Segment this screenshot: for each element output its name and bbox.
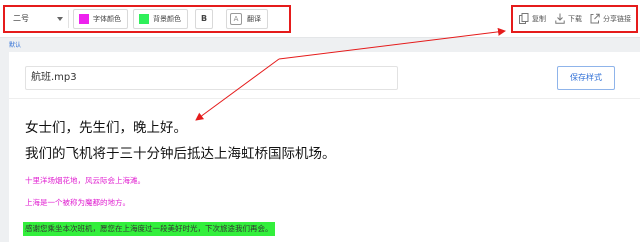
save-style-button[interactable]: 保存样式 xyxy=(557,66,615,90)
content-line-2[interactable]: 我们的飞机将于三十分钟后抵达上海虹桥国际机场。 xyxy=(25,145,336,163)
content-line-5[interactable]: 感谢您乘坐本次班机，愿您在上海度过一段美好时光，下次旅途我们再会。 xyxy=(23,222,275,236)
content-line-3[interactable]: 十里洋场烟花地，风云际会上海滩。 xyxy=(25,176,145,186)
default-style-tag[interactable]: 默认 xyxy=(9,42,21,50)
editor-divider xyxy=(9,98,640,99)
file-name-input[interactable]: 航班.mp3 xyxy=(25,66,398,90)
content-line-1[interactable]: 女士们，先生们，晚上好。 xyxy=(25,119,187,137)
right-toolbar-highlight-box xyxy=(511,5,638,33)
left-toolbar-highlight-box xyxy=(3,5,291,33)
content-line-4[interactable]: 上海是一个被称为魔都的地方。 xyxy=(25,198,130,208)
